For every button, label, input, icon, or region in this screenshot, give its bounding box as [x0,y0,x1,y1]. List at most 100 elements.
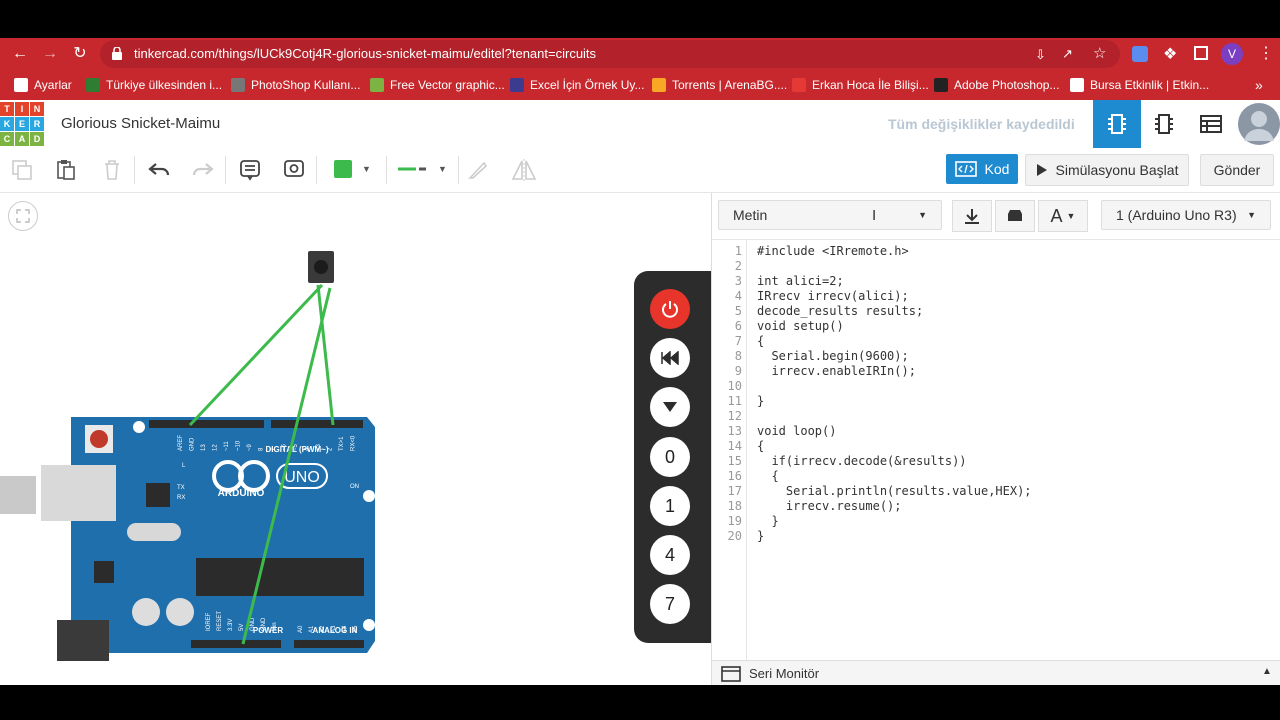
device-select[interactable]: 1 (Arduino Uno R3) ▼ [1101,200,1271,230]
code-line[interactable]: void setup() [757,319,844,333]
bookmark-label: PhotoShop Kullanı... [251,78,361,92]
code-line[interactable]: irrecv.enableIRIn(); [757,364,916,378]
monitor-icon [721,666,741,682]
remote-digit-button[interactable]: 1 [650,486,690,526]
circuit-canvas[interactable]: ARDUINO UNO DIGITAL (PWM~) POWER ANALOG … [0,193,711,685]
bookmark-item[interactable]: Erkan Hoca İle Bilişi... [792,70,929,100]
code-line[interactable]: } [757,529,764,543]
delete-icon[interactable] [98,156,126,184]
rotate-icon[interactable] [464,156,492,184]
logo-letter: N [30,102,44,116]
undo-icon[interactable] [145,156,173,184]
side-panel-icon[interactable] [1194,46,1208,60]
schematic-view-tab[interactable] [1140,100,1188,148]
bookmark-star-icon[interactable]: ☆ [1093,44,1106,62]
logo-letter: T [0,102,14,116]
extensions-puzzle-icon[interactable]: ❖ [1163,44,1177,64]
code-line[interactable]: Serial.println(results.value,HEX); [757,484,1032,498]
install-icon[interactable]: ⇩ [1035,47,1046,63]
start-simulation-button[interactable]: Simülasyonu Başlat [1025,154,1189,186]
remote-digit-button[interactable]: 7 [650,584,690,624]
circuit-view-tab[interactable] [1093,100,1141,148]
bookmark-label: Free Vector graphic... [390,78,505,92]
chevron-down-icon: ▼ [1066,211,1076,221]
code-line[interactable]: } [757,394,764,408]
text-cursor-icon: I [872,207,877,224]
annotation-visibility-icon[interactable] [280,156,308,184]
bookmark-item[interactable]: Türkiye ülkesinden i... [86,70,222,100]
play-icon [1036,164,1047,176]
remote-digit-button[interactable]: 4 [650,535,690,575]
chevron-down-icon: ▼ [1247,210,1256,220]
bookmark-item[interactable]: Torrents | ArenaBG.... [652,70,787,100]
code-line[interactable]: #include <IRremote.h> [757,244,909,258]
code-line[interactable]: decode_results results; [757,304,923,318]
chevron-up-icon[interactable]: ▲ [1262,666,1272,677]
more-bookmarks-icon[interactable]: » [1255,70,1263,100]
code-line[interactable]: Serial.begin(9600); [757,349,908,363]
remote-digit-button[interactable]: 0 [650,437,690,477]
browser-menu-icon[interactable]: ⋮ [1258,43,1274,63]
bookmark-item[interactable]: Free Vector graphic... [370,70,505,100]
code-mode-select[interactable]: Metin ▼ [718,200,942,230]
code-line[interactable]: int alici=2; [757,274,844,288]
code-line[interactable]: { [757,469,778,483]
paste-icon[interactable] [52,156,80,184]
translate-extension-icon[interactable] [1132,46,1148,62]
logo-letter: D [30,132,44,146]
serial-monitor-label: Seri Monitör [749,666,820,681]
color-picker[interactable]: ▼ [324,154,380,184]
serial-monitor-bar[interactable]: Seri Monitör ▲ [712,660,1280,686]
bookmark-item[interactable]: Adobe Photoshop... [934,70,1059,100]
profile-avatar[interactable]: V [1221,43,1243,65]
share-icon[interactable]: ↗ [1062,46,1073,62]
bookmark-item[interactable]: PhotoShop Kullanı... [231,70,360,100]
chip-icon [1155,114,1173,134]
list-icon [1200,115,1222,133]
code-line[interactable]: irrecv.resume(); [757,499,902,513]
component-list-tab[interactable] [1187,100,1235,148]
download-code-button[interactable] [952,200,992,232]
favicon-icon [86,78,100,92]
logo-letter: A [15,132,29,146]
bookmark-label: Ayarlar [34,78,72,92]
wire-type-picker[interactable]: ▼ [392,154,452,184]
copy-icon[interactable] [8,156,36,184]
previous-button[interactable] [650,338,690,378]
start-simulation-label: Simülasyonu Başlat [1055,162,1179,178]
down-button[interactable] [650,387,690,427]
code-button[interactable]: Kod [946,154,1018,184]
code-line[interactable]: IRrecv irrecv(alici); [757,289,909,303]
tinkercad-logo[interactable]: TIN KER CAD [0,102,44,146]
code-line[interactable]: void loop() [757,424,836,438]
font-size-button[interactable]: A ▼ [1038,200,1088,232]
font-size-icon: A [1050,205,1063,226]
code-editor[interactable]: 1 2 3 4 5 6 7 8 9 10 11 12 13 14 15 16 17 18 19 20 #include… [712,240,1280,660]
favicon-icon [934,78,948,92]
forward-icon[interactable]: → [40,44,60,64]
back-icon[interactable]: ← [10,44,30,64]
user-avatar[interactable] [1238,103,1280,145]
send-button[interactable]: Gönder [1200,154,1274,186]
bookmark-item[interactable]: Bursa Etkinlik | Etkin... [1070,70,1209,100]
power-button[interactable] [650,289,690,329]
power-icon [662,301,678,318]
notes-icon[interactable] [236,156,264,184]
code-line[interactable]: { [757,334,764,348]
bookmark-item[interactable]: Excel İçin Örnek Uy... [510,70,644,100]
libraries-button[interactable] [995,200,1035,232]
toolbar-divider [458,156,459,184]
address-bar[interactable]: tinkercad.com/things/lUCk9Cotj4R-gloriou… [100,40,1120,68]
project-title[interactable]: Glorious Snicket-Maimu [61,115,220,132]
code-line[interactable]: } [757,514,778,528]
window-bottom-bar [0,685,1280,720]
editor-toolbar: ▼ ▼ Kod Simülasyonu Başlat Gönder [0,148,1280,193]
redo-icon[interactable] [189,156,217,184]
ir-remote[interactable]: 0 1 4 7 [634,271,711,643]
reload-icon[interactable]: ↻ [70,44,90,64]
flip-icon[interactable] [510,156,538,184]
bookmark-item[interactable]: Ayarlar [14,70,72,100]
code-line[interactable]: if(irrecv.decode(&results)) [757,454,966,468]
code-line[interactable]: { [757,439,764,453]
wire-power[interactable] [241,287,332,645]
